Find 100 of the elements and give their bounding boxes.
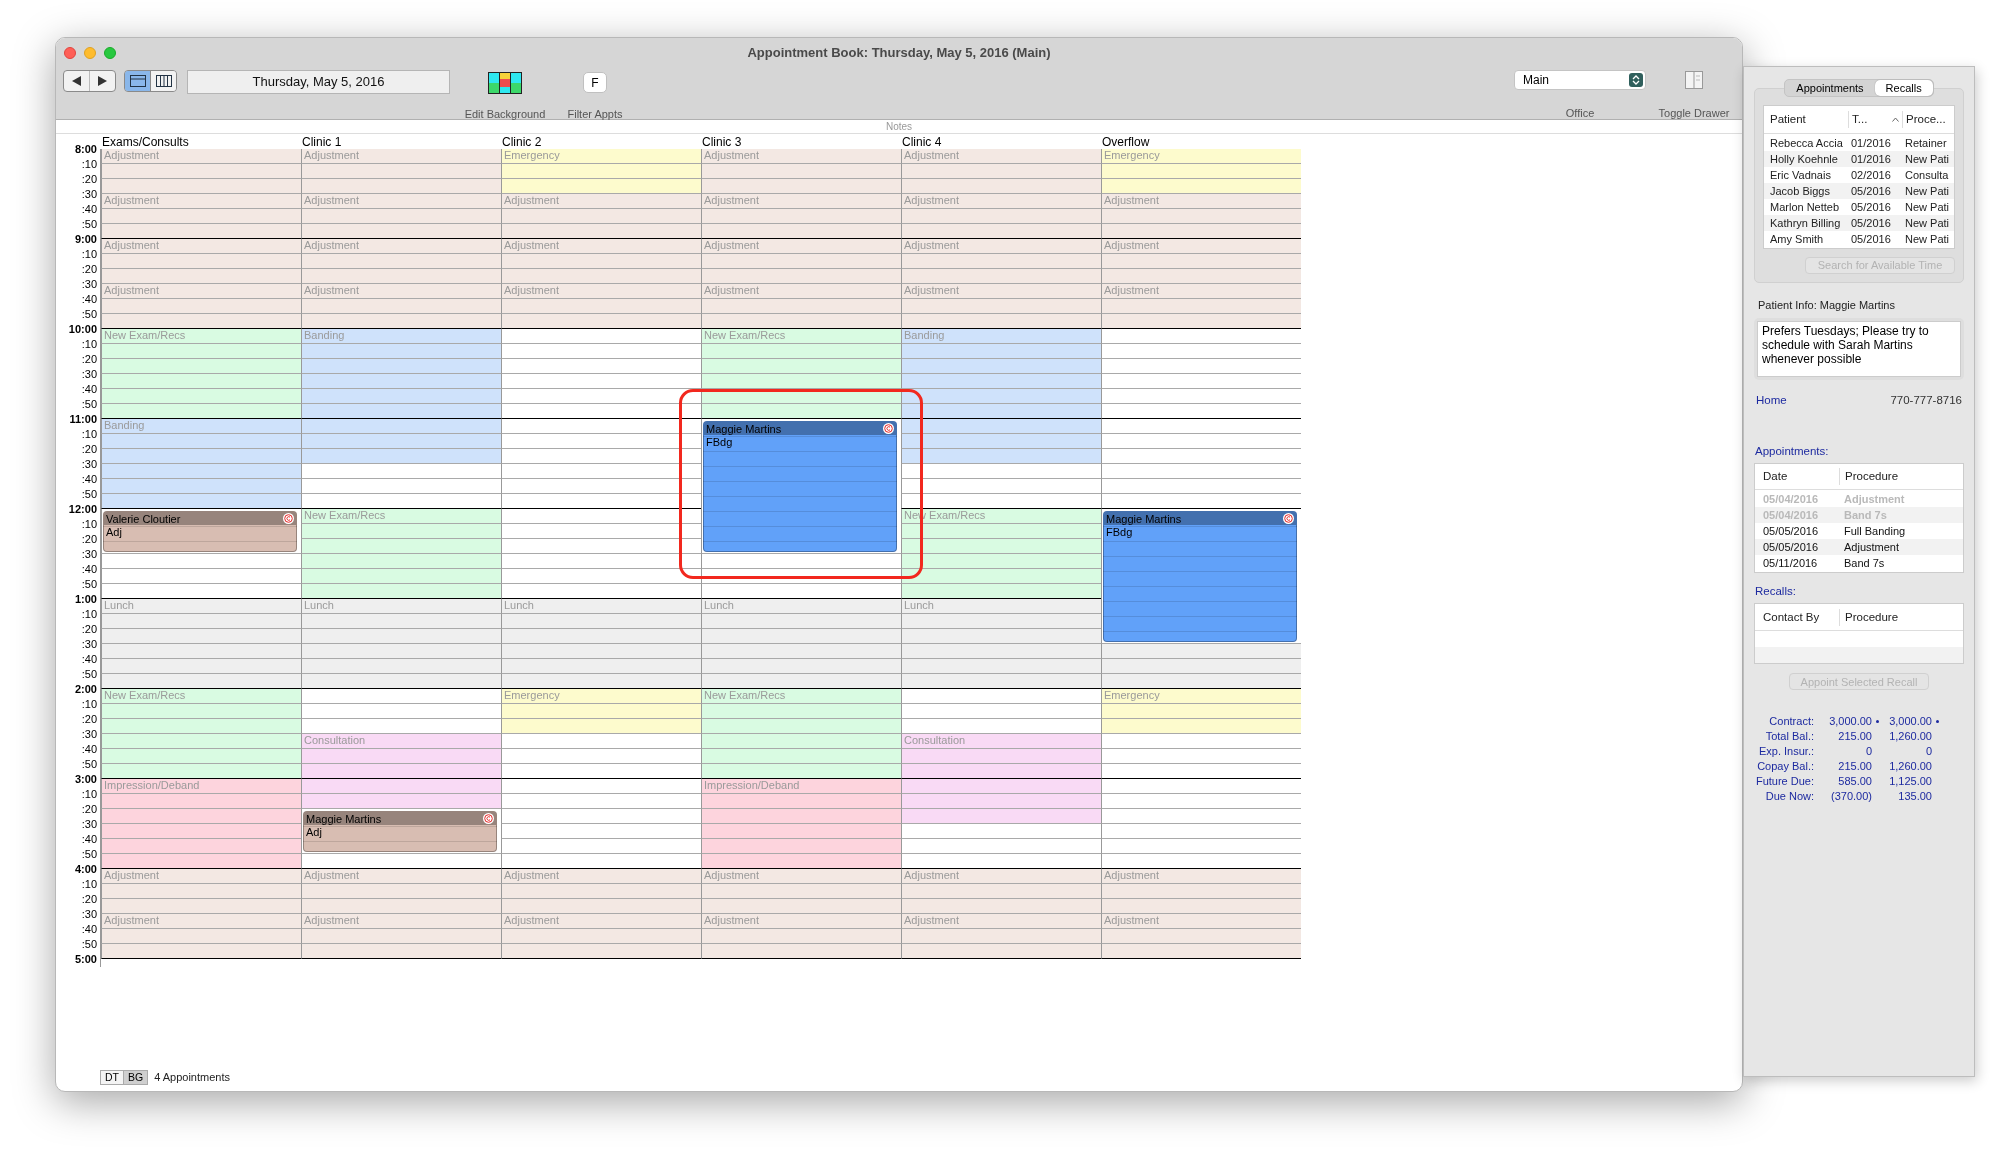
time-slot[interactable]: Adjustment: [501, 284, 701, 299]
time-slot[interactable]: [901, 404, 1101, 419]
time-slot[interactable]: Adjustment: [101, 239, 301, 254]
column-header[interactable]: Procedure: [1839, 467, 1949, 486]
time-slot[interactable]: Adjustment: [901, 149, 1101, 164]
time-slot[interactable]: [501, 314, 701, 329]
appointment-row[interactable]: 05/11/2016 Band 7s: [1755, 555, 1963, 571]
time-slot[interactable]: [1101, 764, 1301, 779]
time-slot[interactable]: Adjustment: [701, 284, 901, 299]
appointment-card[interactable]: Valerie Cloutier Adj: [103, 511, 297, 552]
time-slot[interactable]: [501, 764, 701, 779]
time-slot[interactable]: [1101, 944, 1301, 959]
filter-button[interactable]: F: [583, 72, 607, 93]
time-slot[interactable]: [101, 494, 301, 509]
time-slot[interactable]: [1101, 404, 1301, 419]
time-slot[interactable]: [101, 224, 301, 239]
time-slot[interactable]: Adjustment: [301, 239, 501, 254]
time-slot[interactable]: [1101, 494, 1301, 509]
time-slot[interactable]: New Exam/Recs: [301, 509, 501, 524]
column-header[interactable]: Procedure: [1839, 608, 1949, 626]
sort-caret-icon[interactable]: [1892, 117, 1899, 122]
date-field[interactable]: Thursday, May 5, 2016: [187, 70, 450, 94]
zoom-window-button[interactable]: [104, 47, 116, 59]
minimize-window-button[interactable]: [84, 47, 96, 59]
color-grid-icon[interactable]: [488, 72, 522, 94]
time-slot[interactable]: [101, 944, 301, 959]
time-slot[interactable]: [901, 764, 1101, 779]
column-header[interactable]: Contact By: [1755, 608, 1839, 626]
time-slot[interactable]: [1101, 674, 1301, 689]
time-slot[interactable]: [101, 404, 301, 419]
time-slot[interactable]: [701, 854, 901, 869]
day-view-button[interactable]: [125, 71, 150, 91]
mode-button[interactable]: DT: [101, 1070, 123, 1084]
time-slot[interactable]: Emergency: [501, 689, 701, 704]
time-slot[interactable]: [301, 944, 501, 959]
time-slot[interactable]: Adjustment: [1101, 284, 1301, 299]
time-slot[interactable]: [501, 404, 701, 419]
time-slot[interactable]: Emergency: [1101, 689, 1301, 704]
time-slot[interactable]: [501, 944, 701, 959]
time-slot[interactable]: [701, 224, 901, 239]
time-slot[interactable]: Adjustment: [301, 149, 501, 164]
time-slot[interactable]: [301, 854, 501, 869]
time-slot[interactable]: [101, 674, 301, 689]
time-slot[interactable]: Adjustment: [501, 239, 701, 254]
time-slot[interactable]: [701, 674, 901, 689]
time-slot[interactable]: [901, 944, 1101, 959]
time-slot[interactable]: [101, 584, 301, 599]
time-slot[interactable]: [301, 674, 501, 689]
time-slot[interactable]: [701, 584, 901, 599]
time-slot[interactable]: Lunch: [501, 599, 701, 614]
time-slot[interactable]: [1101, 314, 1301, 329]
time-slot[interactable]: Adjustment: [301, 194, 501, 209]
time-slot[interactable]: [301, 764, 501, 779]
time-slot[interactable]: New Exam/Recs: [701, 689, 901, 704]
column-header[interactable]: Patient: [1770, 110, 1806, 129]
time-slot[interactable]: Adjustment: [1101, 869, 1301, 884]
time-slot[interactable]: Adjustment: [701, 194, 901, 209]
time-slot[interactable]: [501, 854, 701, 869]
time-slot[interactable]: [501, 494, 701, 509]
appointment-card[interactable]: Maggie Martins FBdg: [1103, 511, 1297, 642]
time-slot[interactable]: Adjustment: [101, 914, 301, 929]
mode-button[interactable]: BG: [123, 1070, 148, 1084]
time-slot[interactable]: Adjustment: [1101, 914, 1301, 929]
time-slot[interactable]: Adjustment: [701, 149, 901, 164]
time-slot[interactable]: Impression/Deband: [101, 779, 301, 794]
time-slot[interactable]: Impression/Deband: [701, 779, 901, 794]
time-slot[interactable]: [301, 224, 501, 239]
time-slot[interactable]: New Exam/Recs: [101, 329, 301, 344]
table-row[interactable]: [1755, 647, 1963, 664]
time-slot[interactable]: [101, 854, 301, 869]
time-slot[interactable]: [101, 314, 301, 329]
time-slot[interactable]: [1101, 854, 1301, 869]
time-slot[interactable]: Consultation: [301, 734, 501, 749]
time-slot[interactable]: Adjustment: [1101, 239, 1301, 254]
time-slot[interactable]: [901, 314, 1101, 329]
time-slot[interactable]: [501, 674, 701, 689]
time-slot[interactable]: Lunch: [701, 599, 901, 614]
time-slot[interactable]: [101, 764, 301, 779]
time-slot[interactable]: [301, 584, 501, 599]
time-slot[interactable]: Adjustment: [501, 914, 701, 929]
time-slot[interactable]: [901, 494, 1101, 509]
appointment-card[interactable]: Maggie Martins FBdg: [703, 421, 897, 552]
time-slot[interactable]: [901, 224, 1101, 239]
time-slot[interactable]: Adjustment: [101, 194, 301, 209]
time-slot[interactable]: New Exam/Recs: [101, 689, 301, 704]
time-slot[interactable]: Consultation: [901, 734, 1101, 749]
close-window-button[interactable]: [64, 47, 76, 59]
appointment-row[interactable]: 05/05/2016 Adjustment: [1755, 539, 1963, 555]
time-slot[interactable]: Adjustment: [101, 149, 301, 164]
column-header[interactable]: Date: [1755, 467, 1839, 486]
time-slot[interactable]: Adjustment: [901, 239, 1101, 254]
time-slot[interactable]: [301, 494, 501, 509]
time-slot[interactable]: [701, 764, 901, 779]
time-slot[interactable]: Adjustment: [301, 869, 501, 884]
time-slot[interactable]: Adjustment: [301, 914, 501, 929]
appointment-row[interactable]: 05/04/2016 Adjustment: [1755, 491, 1963, 507]
time-slot[interactable]: Lunch: [301, 599, 501, 614]
time-slot[interactable]: Adjustment: [1101, 194, 1301, 209]
time-slot[interactable]: Adjustment: [901, 194, 1101, 209]
time-slot[interactable]: Banding: [101, 419, 301, 434]
